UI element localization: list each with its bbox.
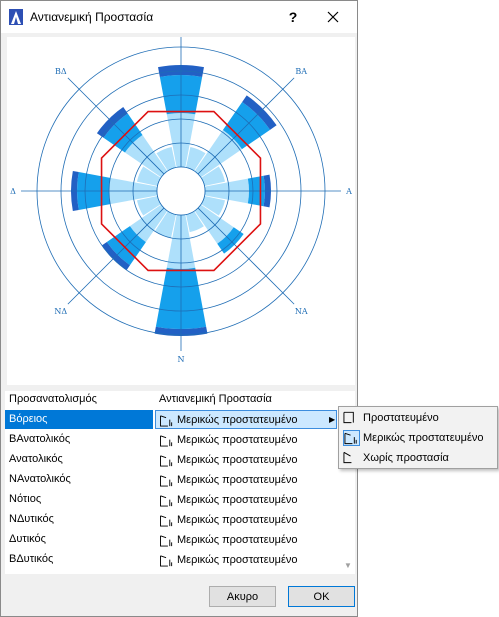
wind-rose-chart: ΒΒΑΑΝΑΝΝΔΔΒΔ — [7, 37, 355, 385]
menu-item-icon-box — [343, 450, 360, 466]
wind-protection-dialog: Αντιανεμική Προστασία ? ΒΒΑΑΝΑΝΝΔΔΒΔ Προ… — [0, 0, 499, 617]
unprotected-icon — [343, 451, 352, 464]
dialog-window: Αντιανεμική Προστασία ? ΒΒΑΑΝΑΝΝΔΔΒΔ Προ… — [0, 0, 358, 617]
cancel-button[interactable]: Ακυρο — [209, 586, 276, 607]
orientation-label: ΝΔυτικός — [9, 513, 54, 525]
header-protection: Αντιανεμική Προστασία — [159, 393, 272, 405]
orientation-label: Βόρειος — [9, 413, 48, 425]
protection-popup-menu: Προστατευμένο Μερικώς προστατευμένο Χωρίς … — [338, 406, 498, 469]
partially-protected-icon — [160, 535, 173, 547]
dialog-title: Αντιανεμική Προστασία — [30, 10, 154, 24]
orientation-label: Νότιος — [9, 493, 42, 505]
list-row[interactable]: ΝΑνατολικός Μερικώς προστατευμένο — [5, 470, 355, 489]
partially-protected-icon — [160, 435, 173, 447]
rose-center — [156, 166, 206, 216]
partially-protected-icon — [160, 495, 173, 507]
list-row[interactable]: Βόρειος Μερικώς προστατευμένο ▶ — [5, 410, 355, 429]
protection-label: Μερικώς προστατευμένο — [177, 534, 298, 546]
list-row[interactable]: Δυτικός Μερικώς προστατευμένο — [5, 530, 355, 549]
menu-item-label: Προστατευμένο — [363, 412, 439, 424]
direction-label-se: ΝΑ — [295, 307, 308, 316]
direction-label-w: Δ — [10, 187, 16, 196]
protection-label: Μερικώς προστατευμένο — [177, 434, 298, 446]
scroll-down-icon[interactable]: ▼ — [344, 561, 354, 571]
menu-item-partially-protected[interactable]: Μερικώς προστατευμένο — [339, 428, 497, 448]
menu-item-unprotected[interactable]: Χωρίς προστασία — [339, 448, 497, 468]
title-bar: Αντιανεμική Προστασία ? — [1, 1, 357, 33]
direction-label-ne: ΒΑ — [295, 67, 307, 76]
direction-label-sw: ΝΔ — [54, 307, 67, 316]
protection-label: Μερικώς προστατευμένο — [177, 474, 298, 486]
partially-protected-icon — [344, 432, 357, 445]
partially-protected-icon — [160, 475, 173, 487]
app-logo-icon — [9, 9, 23, 25]
list-row[interactable]: Νότιος Μερικώς προστατευμένο — [5, 490, 355, 509]
menu-item-label: Χωρίς προστασία — [363, 452, 449, 464]
orientation-label: ΒΑνατολικός — [9, 433, 71, 445]
help-button[interactable]: ? — [281, 5, 305, 29]
menu-item-protected[interactable]: Προστατευμένο — [339, 408, 497, 428]
close-icon[interactable] — [319, 5, 347, 29]
list-row[interactable]: Ανατολικός Μερικώς προστατευμένο — [5, 450, 355, 469]
partially-protected-icon — [160, 515, 173, 527]
list-row[interactable]: ΒΑνατολικός Μερικώς προστατευμένο — [5, 430, 355, 449]
partially-protected-icon — [160, 415, 173, 427]
list-row[interactable]: ΒΔυτικός Μερικώς προστατευμένο — [5, 550, 355, 569]
orientation-label: Ανατολικός — [9, 453, 63, 465]
protection-label: Μερικώς προστατευμένο — [177, 554, 298, 566]
protection-label: Μερικώς προστατευμένο — [177, 454, 298, 466]
direction-label-e: Α — [345, 187, 352, 196]
menu-item-icon-box — [343, 410, 360, 426]
list-row[interactable]: ΝΔυτικός Μερικώς προστατευμένο — [5, 510, 355, 529]
menu-item-label: Μερικώς προστατευμένο — [363, 432, 484, 444]
orientation-label: Δυτικός — [9, 533, 46, 545]
orientation-list: Προσανατολισμός Αντιανεμική Προστασία Βό… — [5, 391, 355, 574]
direction-label-s: Ν — [178, 355, 185, 364]
partially-protected-icon — [160, 455, 173, 467]
partially-protected-icon — [160, 555, 173, 567]
direction-label-nw: ΒΔ — [55, 67, 67, 76]
protection-label: Μερικώς προστατευμένο — [177, 414, 298, 426]
menu-item-icon-box — [343, 430, 360, 446]
protected-icon — [343, 411, 354, 424]
protection-label: Μερικώς προστατευμένο — [177, 494, 298, 506]
orientation-label: ΒΔυτικός — [9, 553, 54, 565]
header-orientation: Προσανατολισμός — [9, 393, 97, 405]
protection-label: Μερικώς προστατευμένο — [177, 514, 298, 526]
orientation-label: ΝΑνατολικός — [9, 473, 71, 485]
submenu-arrow-icon: ▶ — [329, 415, 336, 424]
ok-button[interactable]: OK — [288, 586, 355, 607]
